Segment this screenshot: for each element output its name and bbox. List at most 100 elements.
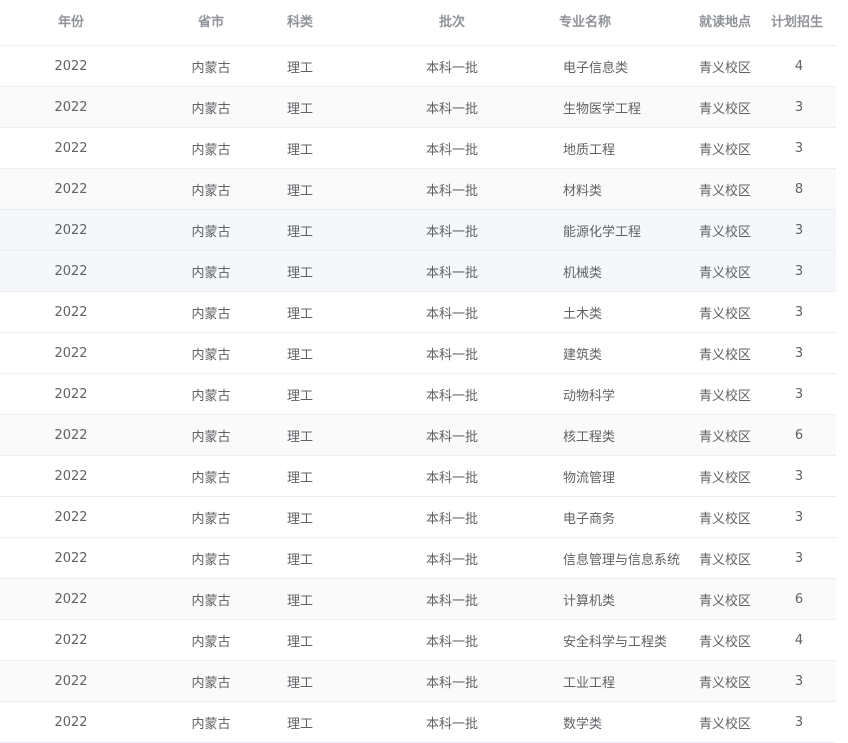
cell-type: 理工: [286, 511, 313, 527]
header-location[interactable]: 就读地点: [690, 0, 760, 45]
cell-type: 理工: [286, 183, 313, 199]
cell-batch: 本科一批: [425, 429, 478, 445]
cell-batch: 本科一批: [425, 183, 478, 199]
header-province[interactable]: 省市: [142, 0, 280, 45]
cell-plan: 3: [794, 99, 804, 115]
table-row[interactable]: 2022 内蒙古 理工 本科一批 计算机类 青义校区 6: [0, 579, 836, 620]
cell-batch: 本科一批: [425, 470, 478, 486]
cell-plan: 3: [794, 140, 804, 156]
cell-type: 理工: [286, 593, 313, 609]
cell-batch: 本科一批: [425, 265, 478, 281]
cell-major: 能源化学工程: [563, 224, 642, 240]
cell-batch: 本科一批: [425, 388, 478, 404]
cell-type: 理工: [286, 552, 313, 568]
cell-year: 2022: [54, 714, 88, 730]
cell-major: 计算机类: [563, 593, 616, 609]
cell-major: 地质工程: [563, 142, 616, 158]
table-row[interactable]: 2022 内蒙古 理工 本科一批 机械类 青义校区 3: [0, 251, 836, 292]
cell-location: 青义校区: [698, 60, 751, 76]
header-year[interactable]: 年份: [0, 0, 142, 45]
cell-batch: 本科一批: [425, 593, 478, 609]
table-row[interactable]: 2022 内蒙古 理工 本科一批 电子信息类 青义校区 4: [0, 46, 836, 87]
cell-plan: 6: [794, 591, 804, 607]
cell-major: 机械类: [563, 265, 603, 281]
cell-plan: 4: [794, 58, 804, 74]
cell-plan: 3: [794, 304, 804, 320]
table-header: 年份 省市 科类 批次 专业名称 就读地点 计划招生: [0, 0, 836, 46]
cell-major: 物流管理: [563, 470, 616, 486]
cell-type: 理工: [286, 265, 313, 281]
cell-plan: 3: [794, 509, 804, 525]
cell-plan: 3: [794, 468, 804, 484]
cell-location: 青义校区: [698, 388, 751, 404]
table-row[interactable]: 2022 内蒙古 理工 本科一批 工业工程 青义校区 3: [0, 661, 836, 702]
table-row[interactable]: 2022 内蒙古 理工 本科一批 地质工程 青义校区 3: [0, 128, 836, 169]
cell-province: 内蒙古: [191, 716, 231, 732]
cell-major: 电子信息类: [563, 60, 629, 76]
cell-type: 理工: [286, 224, 313, 240]
table-row[interactable]: 2022 内蒙古 理工 本科一批 物流管理 青义校区 3: [0, 456, 836, 497]
table-row[interactable]: 2022 内蒙古 理工 本科一批 建筑类 青义校区 3: [0, 333, 836, 374]
cell-batch: 本科一批: [425, 224, 478, 240]
cell-type: 理工: [286, 347, 313, 363]
cell-year: 2022: [54, 140, 88, 156]
cell-major: 工业工程: [563, 675, 616, 691]
cell-plan: 3: [794, 222, 804, 238]
cell-year: 2022: [54, 509, 88, 525]
cell-province: 内蒙古: [191, 265, 231, 281]
header-type[interactable]: 科类: [280, 0, 320, 45]
table-row[interactable]: 2022 内蒙古 理工 本科一批 核工程类 青义校区 6: [0, 415, 836, 456]
table-row[interactable]: 2022 内蒙古 理工 本科一批 材料类 青义校区 8: [0, 169, 836, 210]
header-major[interactable]: 专业名称: [510, 0, 660, 45]
cell-province: 内蒙古: [191, 470, 231, 486]
cell-location: 青义校区: [698, 470, 751, 486]
cell-year: 2022: [54, 304, 88, 320]
cell-province: 内蒙古: [191, 634, 231, 650]
table-row[interactable]: 2022 内蒙古 理工 本科一批 电子商务 青义校区 3: [0, 497, 836, 538]
table-row[interactable]: 2022 内蒙古 理工 本科一批 动物科学 青义校区 3: [0, 374, 836, 415]
cell-location: 青义校区: [698, 347, 751, 363]
cell-type: 理工: [286, 634, 313, 650]
cell-province: 内蒙古: [191, 142, 231, 158]
cell-province: 内蒙古: [191, 183, 231, 199]
cell-batch: 本科一批: [425, 347, 478, 363]
cell-year: 2022: [54, 222, 88, 238]
cell-year: 2022: [54, 181, 88, 197]
table-row[interactable]: 2022 内蒙古 理工 本科一批 安全科学与工程类 青义校区 4: [0, 620, 836, 661]
cell-year: 2022: [54, 386, 88, 402]
cell-location: 青义校区: [698, 716, 751, 732]
cell-location: 青义校区: [698, 142, 751, 158]
table-body: 2022 内蒙古 理工 本科一批 电子信息类 青义校区 4 2022 内蒙古 理工 本科一批 生物医学…: [0, 46, 836, 743]
cell-type: 理工: [286, 388, 313, 404]
cell-type: 理工: [286, 60, 313, 76]
cell-batch: 本科一批: [425, 716, 478, 732]
cell-plan: 3: [794, 714, 804, 730]
cell-batch: 本科一批: [425, 101, 478, 117]
cell-location: 青义校区: [698, 511, 751, 527]
cell-province: 内蒙古: [191, 60, 231, 76]
cell-location: 青义校区: [698, 265, 751, 281]
table-row[interactable]: 2022 内蒙古 理工 本科一批 土木类 青义校区 3: [0, 292, 836, 333]
cell-type: 理工: [286, 306, 313, 322]
cell-province: 内蒙古: [191, 306, 231, 322]
table-row[interactable]: 2022 内蒙古 理工 本科一批 生物医学工程 青义校区 3: [0, 87, 836, 128]
cell-province: 内蒙古: [191, 388, 231, 404]
cell-type: 理工: [286, 470, 313, 486]
cell-year: 2022: [54, 58, 88, 74]
cell-year: 2022: [54, 427, 88, 443]
cell-year: 2022: [54, 632, 88, 648]
cell-type: 理工: [286, 142, 313, 158]
header-plan[interactable]: 计划招生: [768, 0, 826, 45]
table-row[interactable]: 2022 内蒙古 理工 本科一批 数学类 青义校区 3: [0, 702, 836, 743]
cell-location: 青义校区: [698, 593, 751, 609]
table-row[interactable]: 2022 内蒙古 理工 本科一批 信息管理与信息系统 青义校区 3: [0, 538, 836, 579]
cell-batch: 本科一批: [425, 60, 478, 76]
cell-type: 理工: [286, 429, 313, 445]
cell-major: 材料类: [563, 183, 603, 199]
cell-major: 安全科学与工程类: [563, 634, 668, 650]
table-row[interactable]: 2022 内蒙古 理工 本科一批 能源化学工程 青义校区 3: [0, 210, 836, 251]
cell-year: 2022: [54, 345, 88, 361]
cell-major: 数学类: [563, 716, 603, 732]
cell-year: 2022: [54, 263, 88, 279]
cell-location: 青义校区: [698, 306, 751, 322]
